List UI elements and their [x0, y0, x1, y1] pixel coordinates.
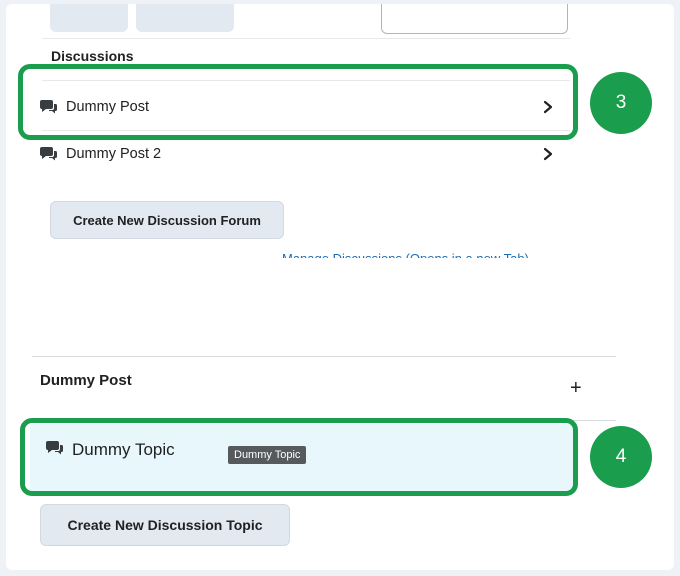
forum-title: Dummy Post — [40, 372, 132, 389]
search-input[interactable] — [381, 4, 568, 34]
callout-badge-3: 3 — [590, 72, 652, 134]
create-discussion-topic-button[interactable]: Create New Discussion Topic — [40, 504, 290, 546]
manage-discussions-link[interactable]: Manage Discussions (Opens in a new Tab) — [282, 248, 566, 258]
add-icon[interactable]: + — [570, 378, 582, 398]
divider — [42, 38, 570, 39]
chevron-right-icon[interactable] — [542, 147, 554, 161]
callout-highlight-3 — [18, 64, 578, 140]
forum-row-label: Dummy Post 2 — [66, 146, 162, 162]
tab-button[interactable] — [136, 4, 234, 32]
create-discussion-forum-button[interactable]: Create New Discussion Forum — [50, 201, 284, 239]
discussions-icon — [40, 147, 57, 161]
callout-highlight-4 — [20, 418, 578, 496]
divider — [32, 356, 616, 357]
callout-badge-4: 4 — [590, 426, 652, 488]
tab-button[interactable] — [50, 4, 128, 32]
screenshot-frame: Discussions Dummy Post Dummy Post 2 Crea… — [6, 4, 674, 570]
discussions-heading: Discussions — [51, 48, 134, 64]
